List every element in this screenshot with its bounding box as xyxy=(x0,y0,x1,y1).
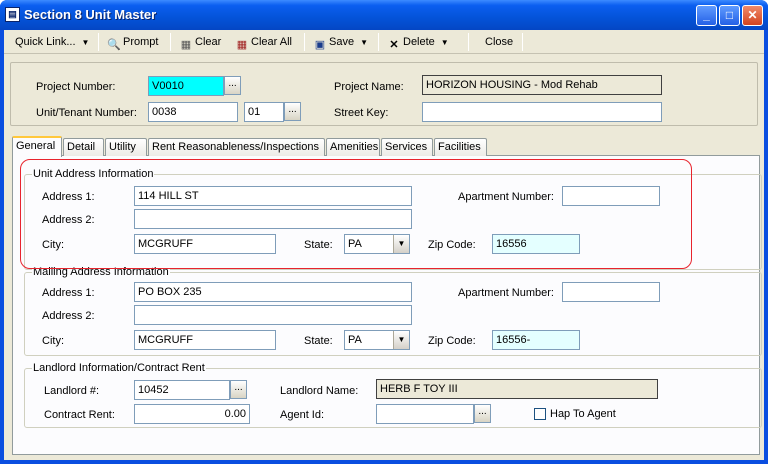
app-icon: ▤ xyxy=(5,7,20,22)
magnifier-icon: 🔍 xyxy=(107,39,121,51)
mailing-city-label: City: xyxy=(42,335,64,347)
chevron-down-icon[interactable]: ▼ xyxy=(393,331,409,349)
unit-number-input[interactable]: 0038 xyxy=(148,102,238,122)
clear-all-icon: ▦ xyxy=(236,39,248,51)
title-bar[interactable]: ▤ Section 8 Unit Master _ □ ✕ xyxy=(0,0,768,30)
tab-general[interactable]: General xyxy=(12,136,62,157)
floppy-disk-icon: ▣ xyxy=(314,39,326,51)
close-window-button[interactable]: ✕ xyxy=(742,5,763,26)
quick-link-button[interactable]: Quick Link... ▼ xyxy=(12,33,92,51)
toolbar-separator xyxy=(304,33,305,51)
maximize-icon: □ xyxy=(725,8,734,22)
clear-button[interactable]: ▦ Clear xyxy=(176,33,224,51)
toolbar: Quick Link... ▼ 🔍 Prompt ▦ Clear ▦ Clear All… xyxy=(4,30,764,54)
landlord-name-label: Landlord Name: xyxy=(280,385,359,397)
toolbar-separator xyxy=(378,33,379,51)
project-lookup-button[interactable]: ... xyxy=(224,76,241,95)
minimize-icon: _ xyxy=(703,8,710,22)
chevron-down-icon: ▼ xyxy=(360,38,368,47)
unit-tenant-label: Unit/Tenant Number: xyxy=(36,107,137,119)
mailing-address1-input[interactable]: PO BOX 235 xyxy=(134,282,412,302)
mailing-zip-label: Zip Code: xyxy=(428,335,476,347)
project-name-label: Project Name: xyxy=(334,81,404,93)
maximize-button[interactable]: □ xyxy=(719,5,740,26)
annotation-highlight-box xyxy=(20,159,692,269)
tab-amenities[interactable]: Amenities xyxy=(326,138,380,156)
street-key-input[interactable] xyxy=(422,102,662,122)
tab-utility[interactable]: Utility xyxy=(105,138,147,156)
prompt-button[interactable]: 🔍 Prompt xyxy=(104,33,161,51)
agent-id-input[interactable] xyxy=(376,404,474,424)
window-title: Section 8 Unit Master xyxy=(24,7,157,22)
landlord-lookup-button[interactable]: ... xyxy=(230,380,247,399)
close-icon: ✕ xyxy=(747,8,758,22)
tab-detail[interactable]: Detail xyxy=(63,138,104,156)
toolbar-separator xyxy=(522,33,523,51)
clear-icon: ▦ xyxy=(180,39,192,51)
clear-all-button[interactable]: ▦ Clear All xyxy=(232,33,295,51)
delete-button[interactable]: ✕ Delete ▼ xyxy=(384,33,452,51)
hap-to-agent-label: Hap To Agent xyxy=(550,408,616,420)
hap-to-agent-checkbox[interactable] xyxy=(534,408,546,420)
tenant-number-input[interactable]: 01 xyxy=(244,102,284,122)
mailing-address1-label: Address 1: xyxy=(42,287,95,299)
toolbar-separator xyxy=(170,33,171,51)
x-delete-icon: ✕ xyxy=(389,39,399,51)
street-key-label: Street Key: xyxy=(334,107,389,119)
landlord-title: Landlord Information/Contract Rent xyxy=(32,362,206,374)
mailing-state-label: State: xyxy=(304,335,333,347)
chevron-down-icon: ▼ xyxy=(440,38,449,47)
agent-lookup-button[interactable]: ... xyxy=(474,404,491,423)
landlord-number-input[interactable]: 10452 xyxy=(134,380,230,400)
toolbar-separator xyxy=(98,33,99,51)
close-button[interactable]: Close xyxy=(482,33,516,51)
tab-facilities[interactable]: Facilities xyxy=(434,138,487,156)
unit-lookup-button[interactable]: ... xyxy=(284,102,301,121)
minimize-button[interactable]: _ xyxy=(696,5,717,26)
mailing-apt-input[interactable] xyxy=(562,282,660,302)
mailing-address2-input[interactable] xyxy=(134,305,412,325)
mailing-state-select[interactable]: PA ▼ xyxy=(344,330,410,350)
mailing-address2-label: Address 2: xyxy=(42,310,95,322)
mailing-apt-label: Apartment Number: xyxy=(458,287,554,299)
landlord-name-field: HERB F TOY III xyxy=(376,379,658,399)
contract-rent-label: Contract Rent: xyxy=(44,409,115,421)
tab-rent-reasonableness[interactable]: Rent Reasonableness/Inspections xyxy=(148,138,325,156)
toolbar-separator xyxy=(468,33,469,51)
mailing-city-input[interactable]: MCGRUFF xyxy=(134,330,276,350)
agent-id-label: Agent Id: xyxy=(280,409,325,421)
project-name-field: HORIZON HOUSING - Mod Rehab xyxy=(422,75,662,95)
project-number-label: Project Number: xyxy=(36,81,116,93)
chevron-down-icon: ▼ xyxy=(81,38,90,47)
mailing-zip-input[interactable]: 16556- xyxy=(492,330,580,350)
tab-services[interactable]: Services xyxy=(381,138,433,156)
contract-rent-input[interactable]: 0.00 xyxy=(134,404,250,424)
save-button[interactable]: ▣ Save ▼ xyxy=(310,33,371,51)
landlord-number-label: Landlord #: xyxy=(44,385,100,397)
project-number-input[interactable]: V0010 xyxy=(148,76,224,96)
